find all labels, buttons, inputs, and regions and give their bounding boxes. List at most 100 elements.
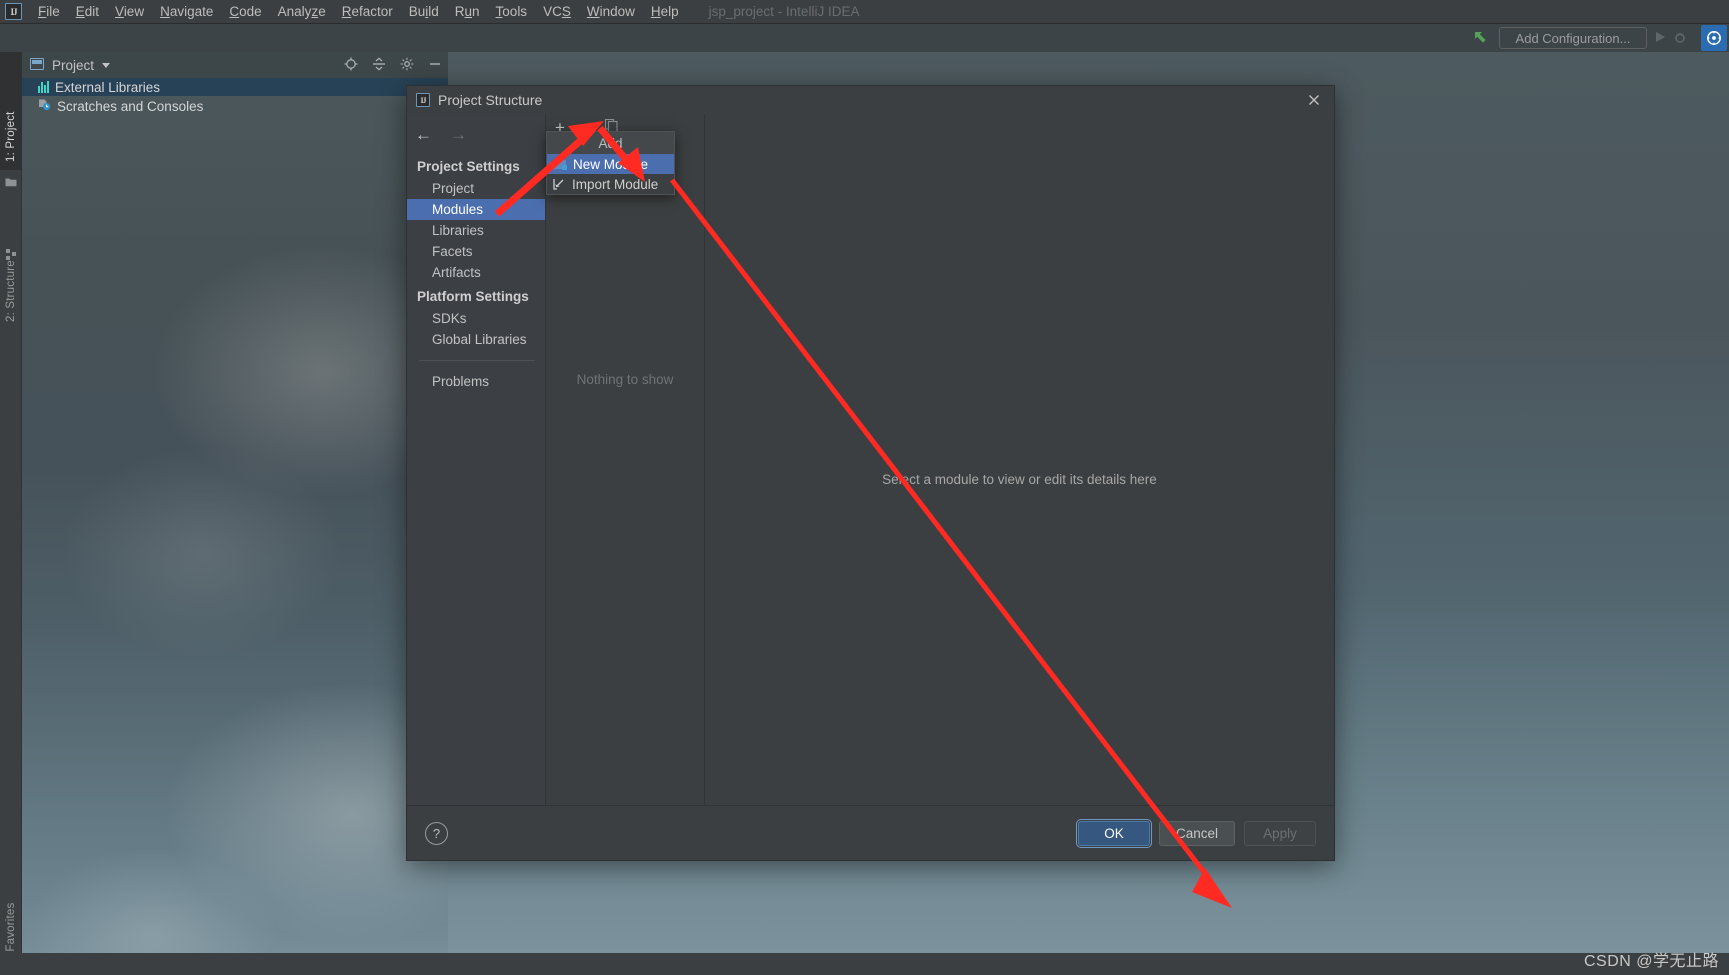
menu-item-label: New Module [573,156,649,172]
menu-item-import-module[interactable]: Import Module [547,174,674,194]
menu-refactor[interactable]: Refactor [334,1,401,23]
left-tool-strip: 1: Project 2: Structure 2: Favorites [0,52,22,975]
sidebar-item-label: Problems [432,374,490,389]
menu-run[interactable]: Run [447,1,488,23]
menu-file[interactable]: File [30,1,68,23]
ok-button[interactable]: OK [1075,818,1152,848]
menu-navigate-label: avigate [169,3,214,19]
module-details-panel: Select a module to view or edit its deta… [705,114,1334,805]
add-configuration-button[interactable]: Add Configuration... [1499,27,1647,49]
intellij-logo-icon: IJ [5,3,22,20]
collapse-all-icon[interactable] [372,57,386,74]
import-module-icon [553,178,566,190]
chevron-down-icon[interactable] [102,62,111,68]
menu-view[interactable]: View [107,1,152,23]
dialog-nav-arrows: ← → [407,114,545,153]
menu-bar: IJ File Edit View Navigate Code Analyze … [0,0,1729,24]
sidebar-item-label: Modules [432,202,484,217]
sidebar-item-label: Global Libraries [432,332,527,347]
help-button[interactable]: ? [425,821,448,845]
dialog-title: Project Structure [438,92,543,108]
menu-vcs[interactable]: VCS [535,1,579,23]
tree-item-label: External Libraries [55,79,161,95]
arrow-left-icon[interactable]: ← [415,126,432,143]
sidebar-item-facets[interactable]: Facets [407,241,545,262]
main-toolbar: Add Configuration... [0,24,1729,52]
status-bar [0,953,1729,975]
menu-help[interactable]: Help [643,1,687,23]
window-title: jsp_project - IntelliJ IDEA [708,4,860,19]
tree-row[interactable]: Scratches and Consoles [22,97,448,115]
modules-list-panel: + − Nothing to show [546,114,705,805]
help-button-label: ? [432,825,441,841]
sidebar-item-project[interactable]: Project [407,178,545,199]
structure-icon [6,248,18,260]
csdn-watermark: CSDN @学无止路 [1583,953,1719,970]
close-icon[interactable] [1306,92,1322,108]
cancel-button-label: Cancel [1175,825,1218,841]
sidebar-item-label: Artifacts [432,265,481,280]
sidebar-item-libraries[interactable]: Libraries [407,220,545,241]
menu-refactor-label: efactor [351,3,393,19]
debug-icon[interactable] [1673,30,1687,47]
project-panel-title: Project [52,57,95,73]
menu-file-label: ile [46,3,60,19]
strip-label-project: 1: Project [5,111,17,162]
locate-target-icon[interactable] [344,57,358,74]
sidebar-item-sdks[interactable]: SDKs [407,308,545,329]
project-structure-dialog: IJ Project Structure ← → Project Setting… [406,85,1335,861]
menu-code[interactable]: Code [221,1,269,23]
menu-analyze-label: Analy [277,3,312,19]
project-panel-header: Project [22,52,448,78]
tree-row[interactable]: External Libraries [22,78,448,96]
menu-code-label: ode [239,3,262,19]
sidebar-item-artifacts[interactable]: Artifacts [407,262,545,283]
menu-view-label: iew [123,3,145,19]
project-tool-window: Project External Libraries Scratches and… [22,52,448,975]
dialog-body: ← → Project Settings Project Modules Lib… [407,114,1334,805]
project-settings-group-label: Project Settings [417,159,520,174]
sidebar-item-structure[interactable]: 2: Structure [0,200,22,330]
add-context-menu: Add New Module Import Module [546,131,675,195]
tree-item-label: Scratches and Consoles [57,98,204,114]
new-module-folder-icon [553,158,567,170]
cancel-button[interactable]: Cancel [1158,820,1235,846]
project-panel-toolbar [344,52,442,78]
menu-window[interactable]: Window [579,1,643,23]
dialog-footer: ? OK Cancel Apply [407,805,1334,860]
apply-button-label: Apply [1263,825,1297,841]
project-folder-icon [5,176,17,188]
menu-edit-label: dit [84,3,100,19]
green-up-left-arrow-icon [1471,28,1489,49]
app-window: IJ File Edit View Navigate Code Analyze … [0,0,1729,975]
menu-item-new-module[interactable]: New Module [547,154,674,174]
plugin-badge-icon[interactable] [1701,25,1727,51]
sidebar-item-label: Project [432,181,475,196]
ok-button-label: OK [1104,825,1124,841]
modules-empty-text: Nothing to show [576,372,674,387]
sidebar-item-project[interactable]: 1: Project [0,52,22,170]
intellij-logo-icon: IJ [416,93,430,107]
sidebar-item-problems[interactable]: Problems [407,371,545,392]
scratches-clock-icon [38,98,51,114]
sidebar-item-label: SDKs [432,311,467,326]
sidebar-item-modules[interactable]: Modules [407,199,545,220]
sidebar-item-global-libraries[interactable]: Global Libraries [407,329,545,350]
menu-analyze[interactable]: Analyze [270,1,334,23]
run-icon[interactable] [1653,30,1667,47]
menu-tools[interactable]: Tools [488,1,536,23]
hide-minus-icon[interactable] [428,57,442,74]
menu-edit[interactable]: Edit [68,1,107,23]
platform-settings-group-label: Platform Settings [417,289,529,304]
editor-background-image [22,52,448,975]
settings-gear-icon[interactable] [400,57,414,74]
menu-build[interactable]: Build [401,1,447,23]
sidebar-item-label: Libraries [432,223,484,238]
project-window-icon [30,58,44,70]
run-controls [1653,30,1687,47]
context-menu-header: Add [547,132,674,154]
libraries-bars-icon [38,81,49,93]
menu-item-label: Import Module [572,176,659,192]
apply-button: Apply [1244,820,1316,846]
menu-navigate[interactable]: Navigate [152,1,221,23]
